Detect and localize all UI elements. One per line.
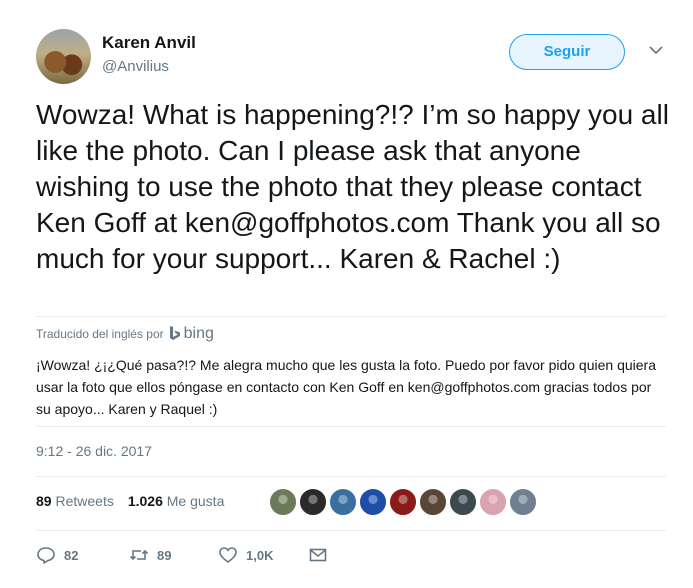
- retweet-button[interactable]: 89: [129, 545, 171, 565]
- likers-avatars: [269, 488, 537, 516]
- divider: [36, 530, 666, 531]
- reply-count: 82: [64, 547, 79, 563]
- liker-avatar-8[interactable]: [479, 488, 507, 516]
- heart-icon: [219, 547, 237, 563]
- liker-avatar-5[interactable]: [389, 488, 417, 516]
- retweet-count: 89: [157, 547, 172, 563]
- translation-attribution: Traducido del inglés por bing: [36, 325, 214, 343]
- like-count: 1,0K: [246, 547, 274, 563]
- envelope-icon: [309, 548, 327, 562]
- author-name[interactable]: Karen Anvil: [102, 33, 196, 53]
- likes-count: 1.026: [127, 493, 163, 509]
- retweet-icon: [129, 549, 149, 561]
- tweet-stats: 89 Retweets 1.026 Me gusta: [36, 493, 224, 509]
- bing-icon: [169, 326, 180, 340]
- liker-avatar-2[interactable]: [299, 488, 327, 516]
- retweets-label: Retweets: [55, 493, 114, 509]
- liker-avatar-3[interactable]: [329, 488, 357, 516]
- likes-stat[interactable]: 1.026 Me gusta: [128, 493, 225, 509]
- liker-avatar-4[interactable]: [359, 488, 387, 516]
- direct-message-button[interactable]: [308, 545, 328, 565]
- like-button[interactable]: 1,0K: [218, 545, 273, 565]
- tweet-text: Wowza! What is happening?!? I’m so happy…: [36, 99, 669, 274]
- liker-avatar-1[interactable]: [269, 488, 297, 516]
- divider: [36, 316, 666, 317]
- author-handle[interactable]: @Anvilius: [102, 58, 169, 75]
- author-avatar[interactable]: [36, 29, 91, 84]
- reply-button[interactable]: 82: [36, 545, 78, 565]
- bing-label: bing: [183, 325, 214, 342]
- chevron-down-icon[interactable]: [648, 42, 664, 58]
- retweets-stat[interactable]: 89 Retweets: [36, 493, 114, 509]
- liker-avatar-6[interactable]: [419, 488, 447, 516]
- likes-label: Me gusta: [166, 493, 225, 509]
- bing-logo[interactable]: bing: [169, 325, 214, 343]
- liker-avatar-7[interactable]: [449, 488, 477, 516]
- divider: [36, 476, 666, 477]
- reply-icon: [37, 547, 55, 564]
- divider: [36, 426, 666, 427]
- liker-avatar-9[interactable]: [509, 488, 537, 516]
- follow-button[interactable]: Seguir: [509, 34, 625, 70]
- translation-text: ¡Wowza! ¿¡¿Qué pasa?!? Me alegra mucho q…: [36, 357, 656, 417]
- tweet-timestamp[interactable]: 9:12 - 26 dic. 2017: [36, 443, 152, 459]
- translation-label: Traducido del inglés por: [36, 327, 164, 341]
- retweets-count: 89: [36, 493, 52, 509]
